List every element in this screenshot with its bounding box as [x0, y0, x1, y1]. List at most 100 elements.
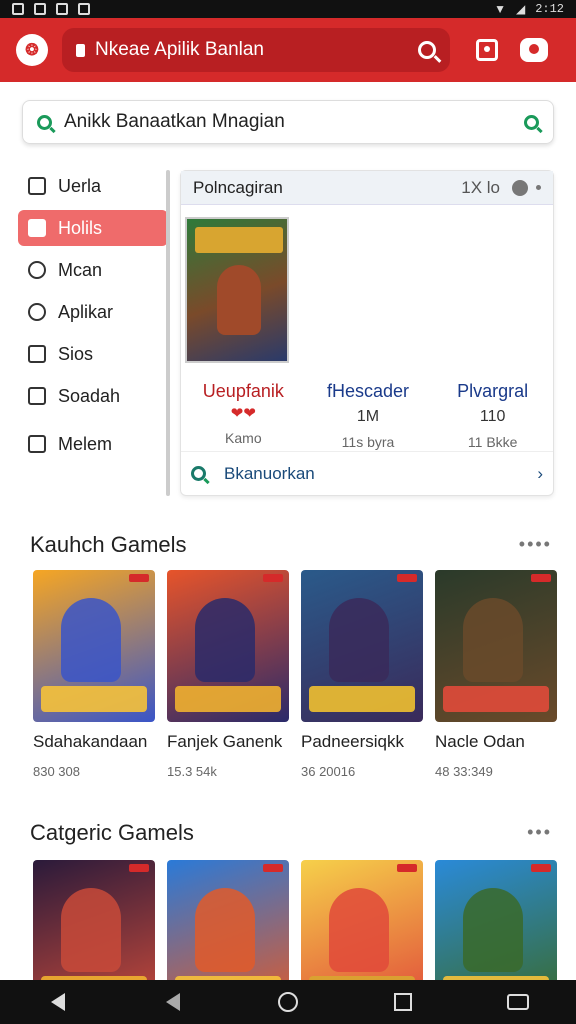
- sidebar-item-3[interactable]: Mcan: [18, 252, 168, 288]
- stat-title: Plvargral: [457, 381, 529, 401]
- game-name: Sdahakandaan: [33, 732, 148, 751]
- sidebar-item-1[interactable]: Uerla: [18, 168, 168, 204]
- back-button[interactable]: [153, 987, 193, 1017]
- game-thumbnail: [167, 570, 289, 722]
- sidebar-item-4[interactable]: Aplikar: [18, 294, 168, 330]
- character-art: [329, 598, 389, 682]
- home-button[interactable]: [268, 987, 308, 1017]
- stat-value: 110: [479, 408, 506, 425]
- game-logo: [309, 686, 415, 712]
- detail-panel: Polncagiran 1X lo Ueupfanik ❤❤ Kamo fHes…: [180, 170, 554, 496]
- stat-3: Plvargral 110 11 Bkke: [430, 381, 555, 450]
- more-icon[interactable]: ••••: [519, 534, 552, 555]
- more-icon[interactable]: •••: [527, 822, 552, 843]
- notification-icon: [78, 3, 90, 15]
- sidebar-item-label: Soadah: [58, 385, 121, 406]
- character-art: [463, 598, 523, 682]
- heart-icon: ❤❤: [230, 405, 256, 422]
- badge: [531, 864, 551, 872]
- game-meta: 48 33:349: [435, 764, 493, 779]
- game-thumbnail: [435, 570, 557, 722]
- sidebar: Uerla Holils Mcan Aplikar Sios Soadah Me…: [18, 168, 168, 468]
- share-icon: [28, 303, 46, 321]
- footer-label: Bkanuorkan: [224, 463, 315, 483]
- game-card[interactable]: Padneersiqkk 36 20016: [301, 570, 423, 779]
- game-thumbnail: [301, 570, 423, 722]
- stat-2: fHescader 1M 11s byra: [306, 381, 431, 450]
- game-meta: 830 308: [33, 764, 80, 779]
- section-title: Catgeric Gamels: [30, 820, 194, 845]
- recents-button[interactable]: [383, 987, 423, 1017]
- pin-icon: [76, 43, 85, 57]
- menu-button[interactable]: [498, 987, 538, 1017]
- list-icon: [28, 177, 46, 195]
- puzzle-icon: [28, 435, 46, 453]
- panel-title: Polncagiran: [193, 177, 283, 197]
- back-button[interactable]: [38, 987, 78, 1017]
- character-art: [61, 598, 121, 682]
- game-card[interactable]: Sdahakandaan 830 308: [33, 570, 155, 779]
- sidebar-item-label: Mcan: [58, 259, 103, 280]
- status-bar: ▼ ◢ 2:12: [0, 0, 576, 18]
- more-icon[interactable]: [536, 185, 541, 190]
- game-card[interactable]: Fanjek Ganenk 15.3 54k: [167, 570, 289, 779]
- system-nav-bar: [0, 980, 576, 1024]
- sidebar-item-label: Uerla: [58, 175, 102, 196]
- toggle-icon[interactable]: [512, 179, 528, 196]
- game-thumbnail: [33, 570, 155, 722]
- wifi-icon: ▼: [494, 2, 506, 16]
- game-name: Padneersiqkk: [301, 732, 405, 751]
- badge: [397, 864, 417, 872]
- search-input[interactable]: Anikk Banaatkan Mnagian: [22, 100, 554, 144]
- sidebar-item-5[interactable]: Sios: [18, 336, 168, 372]
- stats-row: Ueupfanik ❤❤ Kamo fHescader 1M 11s byra …: [181, 381, 555, 450]
- stat-value: 1M: [356, 408, 380, 425]
- notification-icon: [56, 3, 68, 15]
- game-cover[interactable]: [185, 217, 289, 363]
- sidebar-item-label: Aplikar: [58, 301, 114, 322]
- game-name: Nacle Odan: [435, 732, 525, 751]
- search-icon: [191, 466, 206, 481]
- search-input-text: Anikk Banaatkan Mnagian: [64, 111, 285, 132]
- badge: [129, 864, 149, 872]
- game-meta: 36 20016: [301, 764, 356, 779]
- game-card[interactable]: Nacle Odan 48 33:349: [435, 570, 557, 779]
- character-art: [329, 888, 389, 972]
- stat-title: fHescader: [326, 381, 410, 401]
- character-art: [61, 888, 121, 972]
- search-submit-icon[interactable]: [524, 114, 539, 130]
- sidebar-item-6[interactable]: Soadah: [18, 378, 168, 414]
- sidebar-item-2[interactable]: Holils: [18, 210, 168, 246]
- panel-meta: 1X lo: [461, 177, 500, 197]
- app-logo[interactable]: ❂: [16, 34, 48, 66]
- game-logo: [175, 686, 281, 712]
- game-logo: [41, 686, 147, 712]
- back-icon: [165, 993, 180, 1011]
- stat-title: Ueupfanik: [202, 381, 284, 401]
- section-title: Kauhch Gamels: [30, 532, 187, 557]
- chevron-right-icon: ›: [537, 463, 543, 483]
- clock: 2:12: [535, 2, 564, 16]
- badge: [263, 864, 283, 872]
- stat-1: Ueupfanik ❤❤ Kamo: [181, 381, 306, 450]
- back-icon: [50, 993, 65, 1011]
- panel-footer-link[interactable]: Bkanuorkan ›: [181, 451, 553, 495]
- refresh-icon: [28, 261, 46, 279]
- character-art: [463, 888, 523, 972]
- notification-icon: [34, 3, 46, 15]
- notification-icon: [12, 3, 24, 15]
- sidebar-item-label: Sios: [58, 343, 94, 364]
- sidebar-item-7[interactable]: Melem: [18, 426, 168, 462]
- bookmark-icon: [28, 219, 46, 237]
- search-icon[interactable]: [418, 41, 436, 59]
- menu-icon: [507, 994, 530, 1010]
- badge: [531, 574, 551, 582]
- search-icon: [37, 114, 52, 130]
- app-header: ❂ Nkeae Apilik Banlan: [0, 18, 576, 82]
- gamepad-icon[interactable]: [520, 38, 548, 62]
- bookmark-icon[interactable]: [476, 39, 498, 61]
- cover-character: [217, 265, 261, 335]
- header-search-bar[interactable]: Nkeae Apilik Banlan: [62, 28, 450, 72]
- sidebar-divider[interactable]: [166, 170, 170, 496]
- home-icon: [277, 992, 298, 1012]
